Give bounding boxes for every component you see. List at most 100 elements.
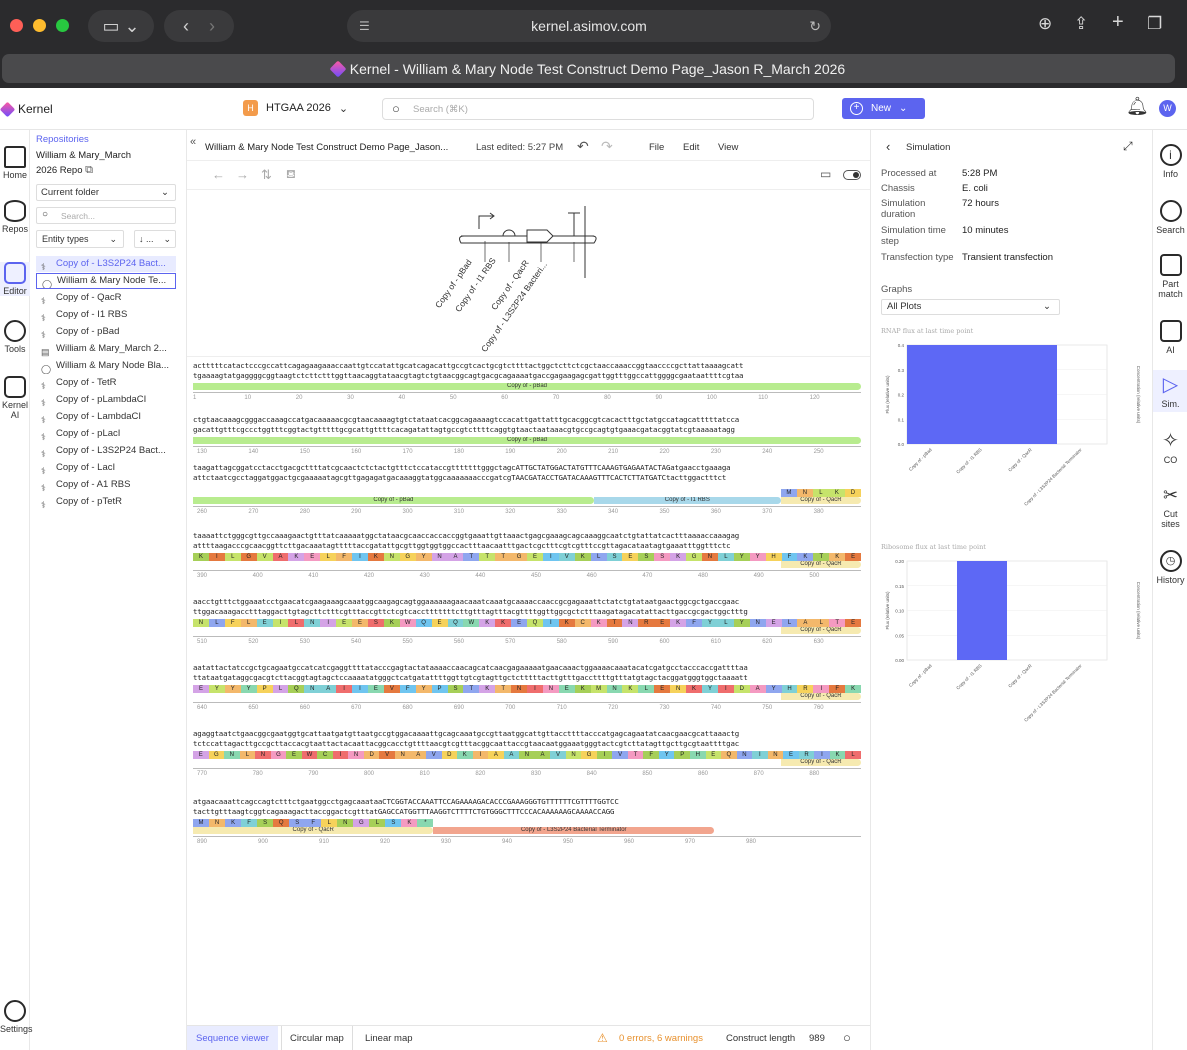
graphs-select[interactable]: All Plots ⌄: [881, 299, 1060, 315]
tab-circular-map[interactable]: Circular map: [281, 1026, 353, 1050]
nav-kernel-ai[interactable]: Kernel AI: [0, 376, 30, 420]
tool-simulation[interactable]: ▷ Sim.: [1153, 370, 1187, 412]
reload-icon[interactable]: ↻: [809, 18, 821, 35]
nav-repos[interactable]: Repos: [0, 200, 30, 234]
entity-list-item[interactable]: ◯ William & Mary Node Te...: [36, 273, 176, 289]
entity-list-item[interactable]: ⚕ Copy of - L3S2P24 Bact...: [36, 443, 176, 459]
sequence-bottom-strand[interactable]: gacattgtttcgccctggtttcggtactgtttttgcgcat…: [193, 425, 861, 435]
sequence-bottom-strand[interactable]: attctaatcgcctaggatggactgcgaaaaatagcgttga…: [193, 473, 861, 483]
url-bar[interactable]: ☰ kernel.asimov.com ↻: [347, 10, 831, 42]
swap-strand-icon[interactable]: ⇅: [261, 167, 272, 183]
entity-list-item[interactable]: ⚕ Copy of - LacI: [36, 460, 176, 476]
collapse-panel-icon[interactable]: «: [190, 136, 196, 148]
folder-select[interactable]: Current folder ⌄: [36, 184, 176, 201]
arrow-right-icon[interactable]: →: [236, 167, 249, 182]
amino-acid-track[interactable]: NLFLEILNIEESKWQEQWKKEQIKCKTNREKFYLYNELAL…: [193, 619, 861, 627]
search-icon[interactable]: ○: [843, 1030, 851, 1045]
maximize-window-button[interactable]: [56, 19, 69, 32]
menu-view[interactable]: View: [718, 142, 738, 153]
redo-icon[interactable]: ↷: [601, 138, 613, 155]
tool-ai[interactable]: AI: [1153, 320, 1187, 355]
download-icon[interactable]: ⊕: [1038, 14, 1052, 34]
sort-select[interactable]: ↓ ... ⌄: [134, 230, 176, 248]
notifications-bell-icon[interactable]: 🔔︎: [1126, 96, 1149, 117]
sequence-bottom-strand[interactable]: tacttgtttaagtcggtcagaaagacttaccggactcgtt…: [193, 807, 861, 817]
external-link-icon[interactable]: ⧉: [85, 164, 93, 176]
entity-types-filter[interactable]: Entity types ⌄: [36, 230, 124, 248]
tool-co[interactable]: ✧ CO: [1153, 430, 1187, 465]
sequence-top-strand[interactable]: aatattactatccgctgcagaatgccatcatcgaggtttt…: [193, 663, 861, 673]
user-avatar[interactable]: W: [1159, 100, 1176, 117]
sequence-top-strand[interactable]: atgaacaaattcagccagtctttctgaatggcctgagcaa…: [193, 797, 861, 807]
entity-list-item[interactable]: ▤ William & Mary_March 2...: [36, 341, 176, 357]
entity-list-item[interactable]: ⚕ Copy of - pTetR: [36, 494, 176, 510]
tool-cut-sites[interactable]: ✂ Cut sites: [1153, 484, 1187, 529]
entity-list-item[interactable]: ⚕ Copy of - LambdaCI: [36, 409, 176, 425]
comment-icon[interactable]: ▭: [820, 167, 831, 181]
sequence-top-strand[interactable]: actttttcatactcccgccattcagagaagaaaccaattg…: [193, 361, 861, 371]
sequence-bottom-strand[interactable]: ttggacaaagacctttaggacttgtagcttctttcgttta…: [193, 607, 861, 617]
new-button[interactable]: + New ⌄: [842, 98, 925, 119]
tab-overview-icon[interactable]: ❐: [1147, 14, 1162, 34]
entity-list-item[interactable]: ⚕ Copy of - QacR: [36, 290, 176, 306]
entity-list-item[interactable]: ⚕ Copy of - A1 RBS: [36, 477, 176, 493]
feature-annotation[interactable]: Copy of - QacR: [780, 497, 861, 504]
share-icon[interactable]: ⇪: [1074, 14, 1088, 34]
sequence-top-strand[interactable]: ctgtaacaaagcgggaccaaagccatgacaaaaacgcgta…: [193, 415, 861, 425]
sequence-bottom-strand[interactable]: ttataatgataggcgacgtcttacggtagtagctccaaaa…: [193, 673, 861, 683]
sequence-bottom-strand[interactable]: tgaaaagtatgaggggcggtaagtctcttctttggttaac…: [193, 371, 861, 381]
feature-annotation[interactable]: Copy of - QacR: [193, 827, 434, 834]
view-toggle[interactable]: [843, 170, 861, 180]
menu-file[interactable]: File: [649, 142, 664, 153]
back-icon[interactable]: ‹: [183, 16, 189, 37]
sequence-bottom-strand[interactable]: tctccattagacttgccgcttaccacgtaattactacaat…: [193, 739, 861, 749]
feature-annotation[interactable]: Copy of - QacR: [780, 627, 861, 634]
amino-acid-track[interactable]: EYYYPLQNAIIEVFYPSTKTNINEKMNKLENKYIDAYHRI…: [193, 685, 861, 693]
amino-acid-track[interactable]: M N K F S Q S F L N G L S K *: [193, 819, 434, 827]
feature-annotation[interactable]: Copy of - QacR: [780, 693, 861, 700]
entity-list-item[interactable]: ⚕ Copy of - pBad: [36, 324, 176, 340]
paint-bucket-icon[interactable]: ⛾: [286, 167, 296, 183]
entity-list-item[interactable]: ⚕ Copy of - I1 RBS: [36, 307, 176, 323]
feature-annotation[interactable]: Copy of - pBad: [193, 437, 861, 444]
undo-icon[interactable]: ↶: [577, 138, 589, 155]
tool-search[interactable]: Search: [1153, 200, 1187, 235]
entity-list-item[interactable]: ⚕ Copy of - TetR: [36, 375, 176, 391]
sidebar-toggle-button[interactable]: ▭ ⌄: [88, 10, 154, 42]
minimize-window-button[interactable]: [33, 19, 46, 32]
expand-icon[interactable]: ⤢: [1123, 139, 1133, 154]
document-title[interactable]: William & Mary Node Test Construct Demo …: [205, 142, 448, 153]
close-window-button[interactable]: [10, 19, 23, 32]
tab-sequence-viewer[interactable]: Sequence viewer: [187, 1026, 278, 1050]
tool-info[interactable]: i Info: [1153, 144, 1187, 179]
tab-linear-map[interactable]: Linear map: [357, 1026, 421, 1050]
nav-editor[interactable]: Editor: [0, 262, 30, 296]
browser-tab[interactable]: Kernel - William & Mary Node Test Constr…: [2, 54, 1175, 83]
entity-list-item[interactable]: ◯ William & Mary Node Bla...: [36, 358, 176, 374]
repo-title[interactable]: William & Mary_March 2026 Repo ⧉: [36, 148, 146, 178]
workspace-switcher[interactable]: H HTGAA 2026 ⌄: [243, 100, 348, 116]
entity-list-item[interactable]: ⚕ Copy of - L3S2P24 Bact...: [36, 256, 176, 272]
nav-tools[interactable]: Tools: [0, 320, 30, 354]
arrow-left-icon[interactable]: ←: [212, 167, 225, 182]
warnings-link[interactable]: 0 errors, 6 warnings: [619, 1033, 703, 1044]
back-forward-buttons[interactable]: ‹ ›: [164, 10, 234, 42]
sequence-top-strand[interactable]: aacctgtttctggaaatcctgaacatcgaagaaagcaaat…: [193, 597, 861, 607]
feature-annotation[interactable]: Copy of - QacR: [780, 561, 861, 568]
amino-acid-track[interactable]: KILGVAKELFIKNGYNATTTGEIVKLSESSKGNLYYHFKT…: [193, 553, 861, 561]
feature-annotation[interactable]: Copy of - L3S2P24 Bacterial Terminator: [433, 827, 715, 834]
amino-acid-track[interactable]: EGNLNGEWCINDVNAVDKIAANAVNGIVTFYPHEQNINER…: [193, 751, 861, 759]
feature-annotation[interactable]: Copy of - pBad: [193, 383, 861, 390]
sequence-top-strand[interactable]: agaggtaatctgaacggcgaatggtgcattaatgatgtta…: [193, 729, 861, 739]
feature-annotation[interactable]: Copy of - pBad: [193, 497, 594, 504]
entity-list-item[interactable]: ⚕ Copy of - pLacI: [36, 426, 176, 442]
tool-history[interactable]: ◷ History: [1153, 550, 1187, 585]
sequence-top-strand[interactable]: taaaattctgggcgttgccaaagaactgtttatcaaaaat…: [193, 531, 861, 541]
feature-annotation[interactable]: Copy of - I1 RBS: [593, 497, 781, 504]
menu-edit[interactable]: Edit: [683, 142, 699, 153]
tool-part-match[interactable]: Part match: [1153, 254, 1187, 299]
nav-home[interactable]: Home: [0, 146, 30, 180]
forward-icon[interactable]: ›: [209, 16, 215, 37]
nav-settings[interactable]: Settings: [0, 1000, 33, 1034]
entity-search-input[interactable]: ○ Search...: [36, 207, 176, 224]
